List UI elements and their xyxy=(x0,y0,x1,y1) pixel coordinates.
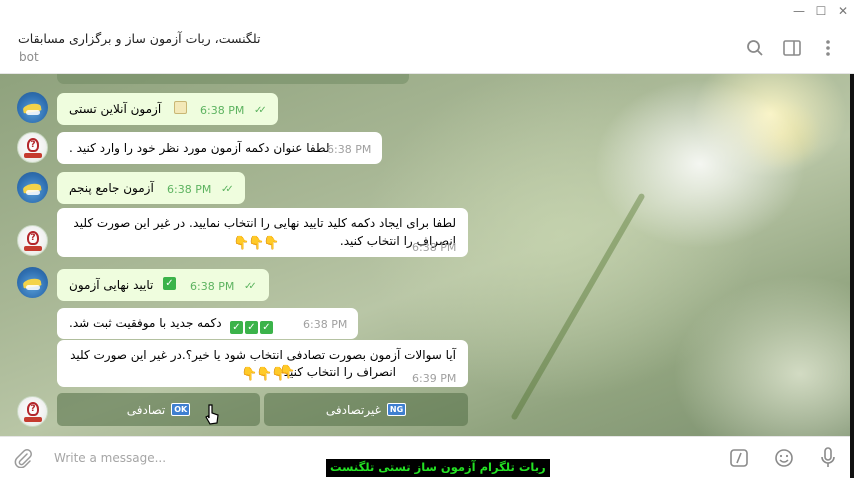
message-text-line-2: انصراف را انتخاب کنید xyxy=(283,365,396,379)
bot-commands-icon[interactable] xyxy=(728,447,750,469)
message-time: 6:38 PM xyxy=(303,318,348,331)
read-checkmarks-icon: ✓✓ xyxy=(254,105,267,116)
close-button[interactable]: ✕ xyxy=(832,0,854,22)
microphone-icon[interactable] xyxy=(817,447,839,469)
message-text: تایید نهایی آزمون xyxy=(69,278,154,292)
message-bubble[interactable]: آزمون آنلاین تستی 6:38 PM ✓✓ xyxy=(57,93,278,125)
random-button[interactable]: OK تصادفی xyxy=(57,393,260,426)
message-bubble[interactable]: تایید نهایی آزمون ✓ 6:38 PM ✓✓ xyxy=(57,269,269,301)
message-time: 6:38 PM xyxy=(200,104,245,117)
read-checkmarks-icon: ✓✓ xyxy=(221,184,234,195)
message-text: لطفا عنوان دکمه آزمون مورد نظر خود را وا… xyxy=(69,141,330,155)
chat-title[interactable]: تلگنست، ربات آزمون ساز و برگزاری مسابقات xyxy=(18,31,260,46)
message-time: 6:39 PM xyxy=(412,372,457,385)
previous-keyboard-button[interactable] xyxy=(57,74,409,84)
message-time: 6:38 PM xyxy=(412,241,457,254)
message-bubble[interactable]: لطفا برای ایجاد دکمه کلید تایید نهایی را… xyxy=(57,208,468,257)
maximize-button[interactable]: ☐ xyxy=(810,0,832,22)
chat-history[interactable]: آزمون آنلاین تستی 6:38 PM ✓✓ ? لطفا عنوا… xyxy=(0,74,854,436)
pointing-down-icons: 👇👇👇 xyxy=(233,236,280,251)
read-checkmarks-icon: ✓✓ xyxy=(244,281,257,292)
video-caption: ربات تلگرام آزمون ساز تستی تلگنست xyxy=(326,459,550,477)
window-controls: — ☐ ✕ xyxy=(788,0,854,22)
non-random-button-label: غیرتصادفی xyxy=(325,402,381,417)
message-text: دکمه جدید با موفقیت ثبت شد. xyxy=(69,316,222,330)
random-button-label: تصادفی xyxy=(126,402,166,417)
background-decoration xyxy=(510,192,646,421)
minimize-button[interactable]: — xyxy=(788,0,810,22)
memo-icon xyxy=(174,101,187,114)
search-icon[interactable] xyxy=(745,38,765,58)
message-text: آزمون آنلاین تستی xyxy=(69,102,162,116)
message-bubble[interactable]: آیا سوالات آزمون بصورت تصادفی انتخاب شود… xyxy=(57,340,468,387)
chat-header: تلگنست، ربات آزمون ساز و برگزاری مسابقات… xyxy=(0,18,854,74)
more-options-icon[interactable] xyxy=(818,38,838,58)
window-edge xyxy=(850,22,854,478)
mouse-cursor-icon xyxy=(204,404,220,429)
check-mark-icons: ✓ ✓ ✓ xyxy=(229,315,274,334)
chat-subtitle: bot xyxy=(19,50,39,64)
message-bubble[interactable]: آزمون جامع پنجم 6:38 PM ✓✓ xyxy=(57,172,245,204)
message-time: 6:38 PM xyxy=(190,280,235,293)
sidebar-toggle-icon[interactable] xyxy=(782,38,802,58)
bot-avatar[interactable]: ? xyxy=(17,396,48,427)
message-time: 6:38 PM xyxy=(167,183,212,196)
user-avatar[interactable] xyxy=(17,92,48,123)
pointing-down-icon: 👇 xyxy=(279,365,296,380)
user-avatar[interactable] xyxy=(17,267,48,298)
message-text-line-1: لطفا برای ایجاد دکمه کلید تایید نهایی را… xyxy=(73,216,456,230)
emoji-icon[interactable] xyxy=(773,447,795,469)
ng-icon: NG xyxy=(386,403,407,416)
message-bubble[interactable]: لطفا عنوان دکمه آزمون مورد نظر خود را وا… xyxy=(57,132,382,164)
message-time: 6:38 PM xyxy=(327,143,372,156)
message-text-line-1: آیا سوالات آزمون بصورت تصادفی انتخاب شود… xyxy=(70,348,456,362)
non-random-button[interactable]: NG غیرتصادفی xyxy=(264,393,468,426)
attach-icon[interactable] xyxy=(12,447,34,469)
check-mark-icon: ✓ xyxy=(163,277,176,290)
message-text: آزمون جامع پنجم xyxy=(69,181,154,195)
ok-icon: OK xyxy=(171,403,191,416)
bot-avatar[interactable]: ? xyxy=(17,225,48,256)
message-bubble[interactable]: دکمه جدید با موفقیت ثبت شد. ✓ ✓ ✓ 6:38 PM xyxy=(57,308,358,339)
user-avatar[interactable] xyxy=(17,172,48,203)
bot-avatar[interactable]: ? xyxy=(17,132,48,163)
